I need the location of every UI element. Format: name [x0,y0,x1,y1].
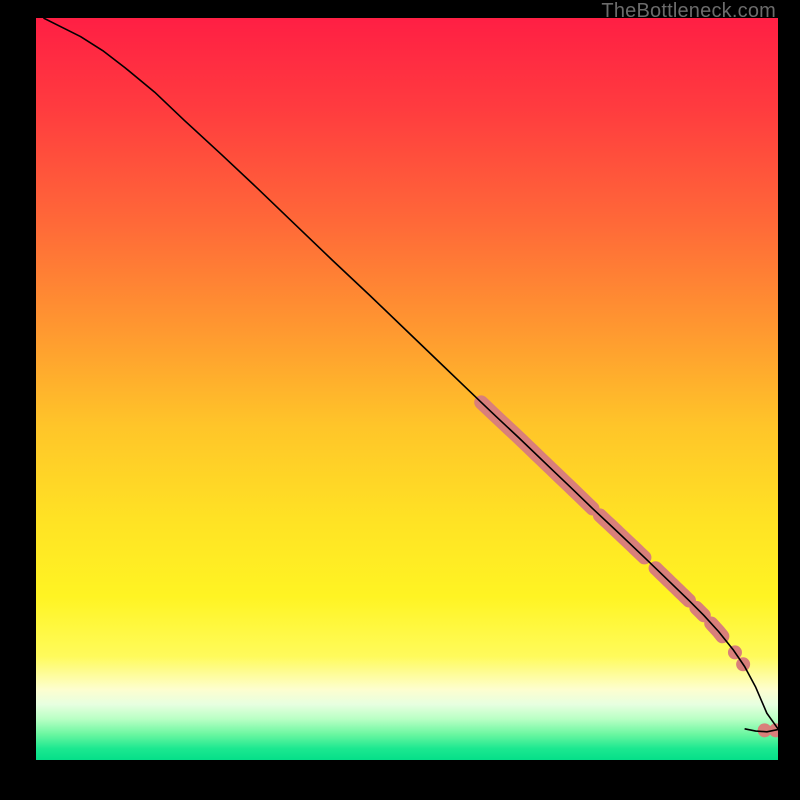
chart-overlay [36,18,778,760]
chart-stage: TheBottleneck.com [0,0,800,800]
marker-layer [481,402,778,737]
bottleneck-curve [43,18,778,729]
plot-area [36,18,778,760]
